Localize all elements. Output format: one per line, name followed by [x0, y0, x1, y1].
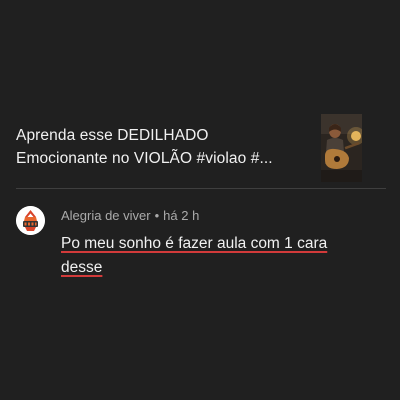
video-title-line-1: Aprenda esse DEDILHADO — [16, 127, 209, 144]
comment-text[interactable]: Po meu sonho é fazer aula com 1 cara des… — [61, 232, 361, 280]
comment-text-line-2: desse — [61, 256, 361, 280]
divider — [16, 188, 386, 189]
comment-meta: Alegria de viver • há 2 h — [61, 208, 199, 224]
commenter-avatar-logo-icon — [16, 206, 45, 235]
meta-separator: • — [154, 208, 160, 223]
comment-author[interactable]: Alegria de viver — [61, 208, 151, 223]
guitarist-thumbnail-image — [321, 114, 362, 182]
video-title[interactable]: Aprenda esse DEDILHADO Emocionante no VI… — [16, 124, 308, 170]
video-thumbnail[interactable] — [321, 114, 362, 182]
video-context-card[interactable]: Aprenda esse DEDILHADO Emocionante no VI… — [16, 114, 384, 188]
commenter-avatar[interactable] — [16, 206, 45, 235]
comment-text-line-2-word: desse — [61, 259, 103, 276]
comment-text-line-1: Po meu sonho é fazer aula com 1 cara — [61, 235, 328, 252]
video-title-line-2: Emocionante no VIOLÃO #violao #... — [16, 150, 273, 167]
comment-timestamp: há 2 h — [163, 208, 200, 223]
comment-reply-screen: Aprenda esse DEDILHADO Emocionante no VI… — [0, 0, 400, 400]
